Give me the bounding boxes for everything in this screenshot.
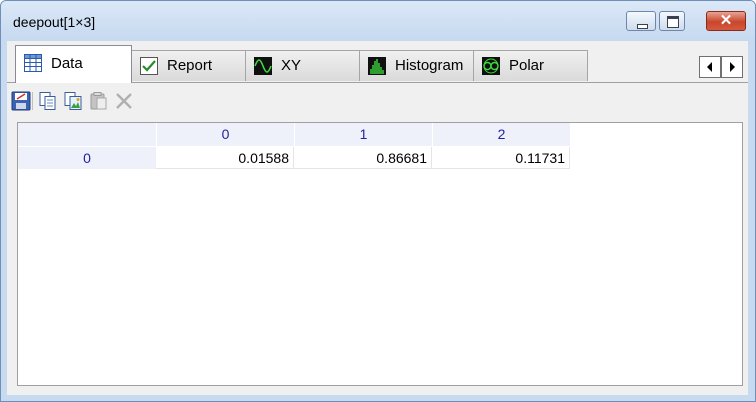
paste-icon[interactable] (88, 91, 108, 111)
tab-histogram[interactable]: Histogram (359, 50, 474, 81)
tab-scroll-left-button[interactable] (699, 56, 721, 78)
copy-icon[interactable] (38, 91, 58, 111)
title-bar[interactable]: deepout[1×3] ✕ (1, 1, 755, 41)
histogram-icon (368, 57, 386, 75)
maximize-button[interactable] (659, 11, 685, 31)
tab-label-report: Report (167, 57, 213, 74)
window-title: deepout[1×3] (13, 14, 96, 30)
save-icon[interactable] (11, 91, 31, 111)
tab-data[interactable]: Data (15, 45, 132, 83)
data-grid[interactable]: 0 1 2 0 0.01588 0.86681 0.11731 (17, 122, 743, 386)
polar-icon (482, 57, 500, 75)
tab-xy[interactable]: XY (245, 50, 360, 81)
column-header-1[interactable]: 1 (295, 123, 432, 146)
content-area: Data Report XY Histogram Polar 0 1 2 0 0… (7, 41, 748, 395)
table-icon (24, 54, 42, 72)
minimize-button[interactable] (626, 11, 656, 31)
window: deepout[1×3] ✕ Data Report XY Histogram … (0, 0, 756, 402)
delete-icon[interactable] (114, 91, 134, 111)
minimize-icon (637, 24, 648, 29)
row-header-0[interactable]: 0 (18, 147, 156, 169)
table-cell[interactable]: 0.01588 (156, 147, 294, 169)
header-divider (294, 123, 295, 146)
arrow-left-icon (707, 62, 712, 72)
tab-label-histogram: Histogram (395, 57, 464, 74)
tab-scroll-right-button[interactable] (721, 56, 743, 78)
tab-label-data: Data (51, 55, 83, 72)
maximize-icon (667, 16, 679, 28)
arrow-right-icon (730, 62, 735, 72)
close-button[interactable]: ✕ (706, 11, 746, 31)
tab-polar[interactable]: Polar (473, 50, 588, 81)
header-divider (432, 123, 433, 146)
checkbox-report-icon (140, 57, 158, 75)
xy-wave-icon (254, 57, 272, 75)
tab-report[interactable]: Report (131, 50, 246, 81)
toolbar (7, 83, 748, 121)
tab-label-polar: Polar (509, 57, 545, 74)
tab-label-xy: XY (281, 57, 302, 74)
close-icon: ✕ (719, 12, 733, 29)
tab-strip: Data Report XY Histogram Polar (7, 41, 748, 83)
table-cell[interactable]: 0.86681 (294, 147, 432, 169)
table-cell[interactable]: 0.11731 (432, 147, 570, 169)
copy-image-icon[interactable] (63, 91, 83, 111)
header-divider (156, 123, 157, 146)
grid-corner-cell (18, 123, 156, 146)
toolbar-separator (32, 92, 33, 110)
column-header-2[interactable]: 2 (433, 123, 570, 146)
column-header-0[interactable]: 0 (157, 123, 294, 146)
